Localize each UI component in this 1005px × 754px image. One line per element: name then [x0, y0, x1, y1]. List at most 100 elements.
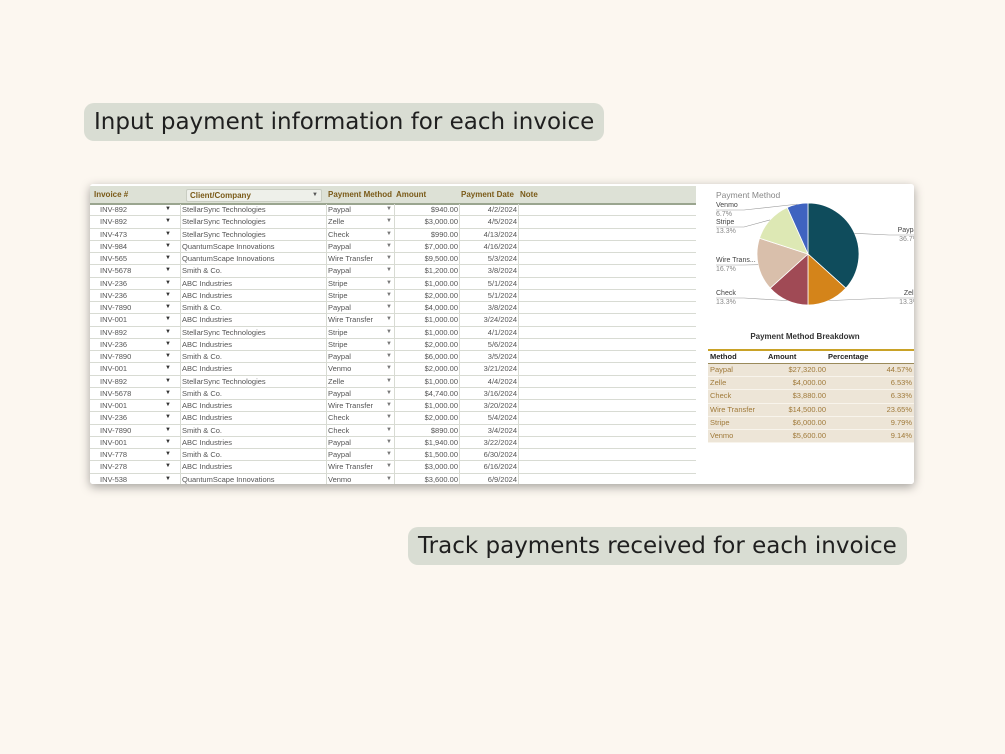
client-cell[interactable]: ABC Industries [182, 339, 232, 350]
client-cell[interactable]: ABC Industries [182, 437, 232, 448]
client-cell[interactable]: ABC Industries [182, 363, 232, 374]
date-cell[interactable]: 4/13/2024 [459, 229, 517, 240]
invoice-cell[interactable]: INV-001 [100, 314, 127, 325]
amount-cell[interactable]: $1,000.00 [394, 327, 458, 338]
invoice-cell[interactable]: INV-5678 [100, 265, 131, 276]
chevron-down-icon[interactable]: ▼ [165, 449, 171, 460]
chevron-down-icon[interactable]: ▼ [386, 376, 392, 387]
chevron-down-icon[interactable]: ▼ [386, 253, 392, 264]
client-cell[interactable]: StellarSync Technologies [182, 327, 266, 338]
method-cell[interactable]: Paypal [328, 204, 351, 215]
chevron-down-icon[interactable]: ▼ [165, 425, 171, 436]
amount-cell[interactable]: $3,600.00 [394, 474, 458, 485]
chevron-down-icon[interactable]: ▼ [165, 376, 171, 387]
invoice-cell[interactable]: INV-892 [100, 216, 127, 227]
date-cell[interactable]: 5/4/2024 [459, 412, 517, 423]
method-cell[interactable]: Venmo [328, 363, 351, 374]
chevron-down-icon[interactable]: ▼ [386, 278, 392, 289]
amount-cell[interactable]: $1,940.00 [394, 437, 458, 448]
amount-cell[interactable]: $6,000.00 [394, 351, 458, 362]
amount-cell[interactable]: $3,000.00 [394, 461, 458, 472]
invoice-cell[interactable]: INV-473 [100, 229, 127, 240]
chevron-down-icon[interactable]: ▼ [386, 474, 392, 485]
chevron-down-icon[interactable]: ▼ [386, 229, 392, 240]
amount-cell[interactable]: $4,000.00 [394, 302, 458, 313]
method-cell[interactable]: Wire Transfer [328, 253, 373, 264]
date-cell[interactable]: 5/6/2024 [459, 339, 517, 350]
chevron-down-icon[interactable]: ▼ [165, 437, 171, 448]
amount-cell[interactable]: $7,000.00 [394, 241, 458, 252]
client-filter-dropdown[interactable]: Client/Company ▼ [186, 189, 322, 202]
method-cell[interactable]: Stripe [328, 327, 348, 338]
date-cell[interactable]: 3/4/2024 [459, 425, 517, 436]
method-cell[interactable]: Paypal [328, 302, 351, 313]
amount-cell[interactable]: $940.00 [394, 204, 458, 215]
date-cell[interactable]: 3/20/2024 [459, 400, 517, 411]
invoice-cell[interactable]: INV-7890 [100, 351, 131, 362]
amount-cell[interactable]: $990.00 [394, 229, 458, 240]
chevron-down-icon[interactable]: ▼ [386, 302, 392, 313]
invoice-cell[interactable]: INV-892 [100, 204, 127, 215]
client-cell[interactable]: Smith & Co. [182, 388, 222, 399]
chevron-down-icon[interactable]: ▼ [165, 461, 171, 472]
date-cell[interactable]: 4/4/2024 [459, 376, 517, 387]
chevron-down-icon[interactable]: ▼ [386, 265, 392, 276]
date-cell[interactable]: 6/9/2024 [459, 474, 517, 485]
invoice-cell[interactable]: INV-5678 [100, 388, 131, 399]
chevron-down-icon[interactable]: ▼ [165, 327, 171, 338]
date-cell[interactable]: 3/8/2024 [459, 265, 517, 276]
chevron-down-icon[interactable]: ▼ [386, 216, 392, 227]
invoice-cell[interactable]: INV-984 [100, 241, 127, 252]
chevron-down-icon[interactable]: ▼ [386, 339, 392, 350]
method-cell[interactable]: Paypal [328, 449, 351, 460]
invoice-cell[interactable]: INV-236 [100, 278, 127, 289]
client-cell[interactable]: QuantumScape Innovations [182, 474, 275, 485]
date-cell[interactable]: 5/1/2024 [459, 290, 517, 301]
method-cell[interactable]: Wire Transfer [328, 314, 373, 325]
invoice-cell[interactable]: INV-001 [100, 363, 127, 374]
method-cell[interactable]: Check [328, 425, 349, 436]
chevron-down-icon[interactable]: ▼ [386, 327, 392, 338]
invoice-cell[interactable]: INV-236 [100, 412, 127, 423]
invoice-cell[interactable]: INV-892 [100, 376, 127, 387]
invoice-cell[interactable]: INV-001 [100, 400, 127, 411]
method-cell[interactable]: Stripe [328, 339, 348, 350]
invoice-cell[interactable]: INV-7890 [100, 302, 131, 313]
invoice-cell[interactable]: INV-236 [100, 290, 127, 301]
client-cell[interactable]: Smith & Co. [182, 425, 222, 436]
chevron-down-icon[interactable]: ▼ [165, 253, 171, 264]
chevron-down-icon[interactable]: ▼ [165, 474, 171, 485]
method-cell[interactable]: Paypal [328, 388, 351, 399]
date-cell[interactable]: 3/24/2024 [459, 314, 517, 325]
date-cell[interactable]: 4/2/2024 [459, 204, 517, 215]
client-cell[interactable]: Smith & Co. [182, 351, 222, 362]
chevron-down-icon[interactable]: ▼ [165, 278, 171, 289]
chevron-down-icon[interactable]: ▼ [386, 461, 392, 472]
client-cell[interactable]: Smith & Co. [182, 449, 222, 460]
client-cell[interactable]: Smith & Co. [182, 265, 222, 276]
chevron-down-icon[interactable]: ▼ [386, 412, 392, 423]
client-cell[interactable]: ABC Industries [182, 290, 232, 301]
chevron-down-icon[interactable]: ▼ [165, 314, 171, 325]
chevron-down-icon[interactable]: ▼ [386, 241, 392, 252]
method-cell[interactable]: Zelle [328, 376, 344, 387]
client-cell[interactable]: ABC Industries [182, 278, 232, 289]
chevron-down-icon[interactable]: ▼ [386, 400, 392, 411]
amount-cell[interactable]: $4,740.00 [394, 388, 458, 399]
chevron-down-icon[interactable]: ▼ [386, 449, 392, 460]
date-cell[interactable]: 6/16/2024 [459, 461, 517, 472]
client-cell[interactable]: ABC Industries [182, 412, 232, 423]
date-cell[interactable]: 5/3/2024 [459, 253, 517, 264]
chevron-down-icon[interactable]: ▼ [165, 351, 171, 362]
date-cell[interactable]: 4/5/2024 [459, 216, 517, 227]
client-cell[interactable]: StellarSync Technologies [182, 229, 266, 240]
method-cell[interactable]: Paypal [328, 437, 351, 448]
invoice-cell[interactable]: INV-7890 [100, 425, 131, 436]
date-cell[interactable]: 5/1/2024 [459, 278, 517, 289]
chevron-down-icon[interactable]: ▼ [165, 229, 171, 240]
client-cell[interactable]: QuantumScape Innovations [182, 253, 275, 264]
invoice-cell[interactable]: INV-538 [100, 474, 127, 485]
invoice-cell[interactable]: INV-236 [100, 339, 127, 350]
client-cell[interactable]: ABC Industries [182, 461, 232, 472]
chevron-down-icon[interactable]: ▼ [386, 204, 392, 215]
